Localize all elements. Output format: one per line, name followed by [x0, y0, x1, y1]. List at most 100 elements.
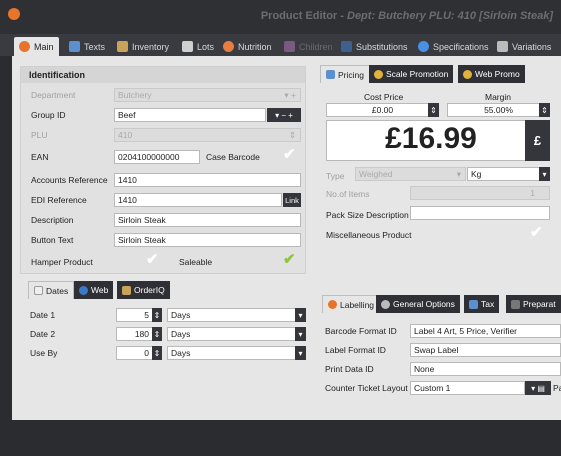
type-label: Type [326, 171, 345, 181]
type-field[interactable]: Weighed ▾ [355, 167, 466, 181]
date2-spin-icon[interactable]: ⇕ [152, 327, 162, 341]
gear-icon [381, 299, 390, 309]
print-icon[interactable]: ▤ [537, 384, 545, 393]
date2-unit-field[interactable]: Days [167, 327, 306, 341]
substitutions-icon [341, 41, 352, 52]
department-field[interactable]: Butchery ▾ + [114, 88, 301, 102]
orderiq-icon [122, 285, 131, 295]
group-label: Group ID [31, 110, 66, 120]
tab-inventory[interactable]: Inventory [112, 37, 174, 56]
date1-unit-field[interactable]: Days [167, 308, 306, 322]
title-bar: Product Editor - Dept: Butchery PLU: 410… [0, 0, 561, 34]
accounts-ref-field[interactable]: 1410 [114, 173, 301, 187]
pricing-icon [326, 70, 335, 79]
cost-price-label: Cost Price [364, 92, 404, 102]
group-buttons[interactable]: ▾ − + [267, 108, 301, 122]
app-icon [8, 8, 20, 20]
tab-nutrition[interactable]: Nutrition [218, 37, 277, 56]
unit-field[interactable]: Kg [467, 167, 550, 181]
info-icon [418, 41, 429, 52]
tab-scale-promotion[interactable]: Scale Promotion [369, 65, 454, 83]
identification-header: Identification [21, 67, 305, 83]
date1-spin-icon[interactable]: ⇕ [152, 308, 162, 322]
description-field[interactable]: Sirloin Steak [114, 213, 301, 227]
plu-field[interactable]: 410 ⇕ [114, 128, 301, 142]
counter-ticket-buttons[interactable]: ▾ ▤ [525, 381, 551, 395]
link-button[interactable]: Link [283, 193, 301, 207]
window-title: Product Editor - Dept: Butchery PLU: 410… [261, 10, 553, 22]
case-barcode-check-icon[interactable]: ✔ [283, 145, 296, 163]
plus-icon[interactable]: + [288, 111, 293, 120]
preparation-icon [511, 299, 520, 309]
misc-check-icon[interactable]: ✔ [530, 223, 543, 241]
barcode-format-label: Barcode Format ID [325, 326, 397, 336]
cost-price-spin-icon[interactable]: ⇕ [428, 103, 439, 117]
date2-dropdown-icon[interactable]: ▾ [295, 327, 306, 341]
items-label: No.of Items [326, 189, 370, 199]
tab-main[interactable]: Main [14, 37, 59, 56]
currency-button[interactable]: £ [525, 120, 550, 161]
main-panel: Identification Department Butchery ▾ + Gr… [12, 56, 561, 420]
print-data-label: Print Data ID [325, 364, 374, 374]
accounts-ref-label: Accounts Reference [31, 175, 108, 185]
tab-variations[interactable]: Variations [492, 37, 556, 56]
date1-dropdown-icon[interactable]: ▾ [295, 308, 306, 322]
useby-spin-icon[interactable]: ⇕ [152, 346, 162, 360]
saleable-label: Saleable [179, 257, 213, 267]
margin-field[interactable]: 55.00% [447, 103, 550, 117]
web-promo-icon [463, 69, 472, 79]
ean-label: EAN [31, 152, 49, 162]
barcode-format-field[interactable]: Label 4 Art, 5 Price, Verifier [410, 324, 561, 338]
tab-web[interactable]: Web [74, 281, 114, 299]
minus-icon[interactable]: − [281, 111, 286, 120]
nutrition-icon [223, 41, 234, 52]
useby-label: Use By [30, 348, 58, 358]
children-icon [284, 41, 295, 52]
case-barcode-label: Case Barcode [206, 152, 260, 162]
saleable-check-icon[interactable]: ✔ [283, 250, 296, 268]
price-display[interactable]: £16.99 [326, 120, 536, 161]
edi-ref-field[interactable]: 1410 [114, 193, 282, 207]
counter-ticket-field[interactable]: Custom 1 [410, 381, 525, 395]
plu-spin-icon: ⇕ [288, 130, 296, 140]
useby-dropdown-icon[interactable]: ▾ [295, 346, 306, 360]
pack-size-field[interactable] [410, 206, 550, 220]
group-dropdown-icon[interactable]: ▾ [275, 111, 279, 120]
cost-price-field[interactable]: £0.00 [326, 103, 439, 117]
hamper-check-icon[interactable]: ✔ [146, 250, 159, 268]
misc-label: Miscellaneous Product [326, 230, 412, 240]
identification-panel: Identification Department Butchery ▾ + Gr… [20, 66, 306, 274]
bottom-bar [0, 420, 561, 456]
tab-dates[interactable]: Dates [28, 281, 75, 299]
pack-size-label: Pack Size Description [326, 210, 409, 220]
group-field[interactable]: Beef [114, 108, 266, 122]
counter-ticket-label: Counter Ticket Layout [325, 383, 408, 393]
label-format-label: Label Format ID [325, 345, 386, 355]
tab-texts[interactable]: Texts [64, 37, 110, 56]
unit-dropdown-icon[interactable]: ▾ [539, 167, 550, 181]
tab-general-options[interactable]: General Options [376, 295, 460, 313]
button-text-field[interactable]: Sirloin Steak [114, 233, 301, 247]
title-detail: Dept: Butchery PLU: 410 [Sirloin Steak] [347, 10, 553, 22]
tab-preparation[interactable]: Preparat [506, 295, 561, 313]
tab-children[interactable]: Children [279, 37, 338, 56]
lots-icon [182, 41, 193, 52]
edi-ref-label: EDI Reference [31, 195, 87, 205]
print-data-field[interactable]: None [410, 362, 561, 376]
labelling-icon [328, 300, 337, 309]
tab-tax[interactable]: Tax [464, 295, 500, 313]
tab-labelling[interactable]: Labelling [322, 295, 381, 313]
tab-lots[interactable]: Lots [177, 37, 219, 56]
scale-promotion-icon [374, 69, 383, 79]
counter-ticket-dropdown-icon[interactable]: ▾ [531, 384, 535, 393]
tab-substitutions[interactable]: Substitutions [336, 37, 413, 56]
tab-web-promo[interactable]: Web Promo [458, 65, 525, 83]
margin-spin-icon[interactable]: ⇕ [539, 103, 550, 117]
useby-unit-field[interactable]: Days [167, 346, 306, 360]
items-field[interactable]: 1 [410, 186, 550, 200]
tab-orderiq[interactable]: OrderIQ [117, 281, 170, 299]
label-format-field[interactable]: Swap Label [410, 343, 561, 357]
ean-field[interactable]: 0204100000000 [114, 150, 200, 164]
tab-specifications[interactable]: Specifications [413, 37, 494, 56]
tab-pricing[interactable]: Pricing [320, 65, 370, 83]
